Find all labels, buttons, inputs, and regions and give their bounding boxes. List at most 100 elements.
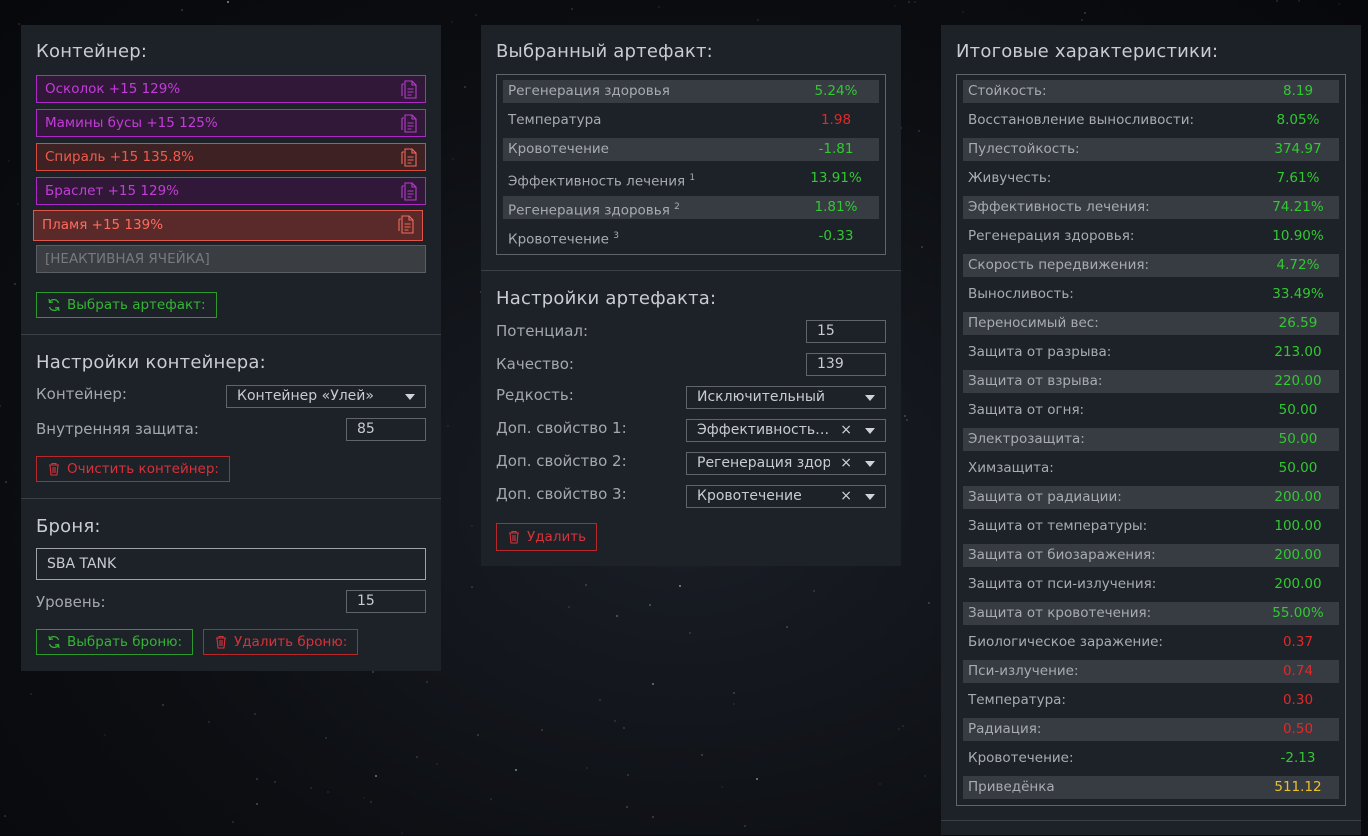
stat-value: -2.13 — [1280, 750, 1316, 766]
stat-name: Переносимый вес: — [968, 312, 1099, 335]
trash-icon — [49, 462, 59, 476]
clear-icon[interactable]: × — [838, 453, 852, 474]
container-slot[interactable]: Пламя +15 139% — [33, 210, 423, 241]
delete-artifact-button[interactable]: Удалить — [496, 523, 598, 551]
stat-name-text: Живучесть: — [968, 170, 1052, 186]
stat-name: Пси-излучение: — [968, 660, 1079, 683]
stat-name: Кровотечение 3 — [508, 225, 619, 252]
stat-value: 511.12 — [1274, 779, 1322, 795]
stat-name: Эффективность лечения 1 — [508, 167, 695, 194]
potential-input[interactable]: 15 — [806, 320, 886, 343]
container-slot[interactable]: Браслет +15 129% — [36, 177, 426, 205]
stat-name: Регенерация здоровья 2 — [508, 196, 680, 223]
stat-row: Защита от взрыва: 220.00 — [963, 370, 1339, 393]
clear-icon[interactable]: × — [838, 486, 852, 507]
armor-name-input[interactable]: SBA TANK — [36, 548, 426, 580]
stat-name-text: Защита от разрыва: — [968, 344, 1112, 360]
stat-footnote: 3 — [613, 231, 620, 241]
stat-value: 4.72% — [1276, 257, 1320, 273]
container-settings-section: Настройки контейнера: Контейнер: Контейн… — [21, 334, 441, 498]
stat-name-text: Защита от температуры: — [968, 518, 1148, 534]
stat-value: 7.61% — [1276, 170, 1320, 186]
container-slot-label: [НЕАКТИВНАЯ ЯЧЕЙКА] — [45, 251, 210, 267]
choose-armor-button[interactable]: Выбрать броню: — [36, 629, 194, 655]
container-slot[interactable]: Спираль +15 135.8% — [36, 143, 426, 171]
stat-value: 0.30 — [1282, 692, 1314, 708]
stat-value: 1.81% — [814, 199, 858, 215]
stat-value: 26.59 — [1278, 315, 1318, 331]
prop2-select[interactable]: Регенерация здоровья × — [686, 452, 886, 475]
totals-stats-table: Стойкость: 8.19 Восстановление выносливост… — [956, 74, 1346, 806]
stat-name: Защита от взрыва: — [968, 370, 1102, 393]
stat-name: Защита от температуры: — [968, 515, 1147, 538]
stat-name: Биологическое заражение: — [968, 631, 1163, 654]
stat-value: 374.97 — [1274, 141, 1322, 157]
document-icon — [401, 80, 417, 99]
stat-row: Стойкость: 8.19 — [963, 80, 1339, 103]
stat-name: Пулестойкость: — [968, 138, 1080, 161]
stat-name-text: Защита от радиации: — [968, 489, 1122, 505]
stat-value: 220.00 — [1274, 373, 1322, 389]
stat-value: 100.00 — [1274, 518, 1322, 534]
prop2-value: Регенерация здоровья — [697, 455, 830, 471]
stat-name-text: Температура — [508, 112, 602, 128]
stat-name-text: Химзащита: — [968, 460, 1054, 476]
choose-artifact-button[interactable]: Выбрать артефакт: — [36, 292, 217, 318]
stat-value: -1.81 — [818, 141, 854, 157]
rarity-select[interactable]: Исключительный — [686, 386, 886, 409]
container-type-label: Контейнер: — [36, 385, 127, 403]
container-type-select[interactable]: Контейнер «Улей» — [226, 385, 426, 408]
chevron-down-icon — [865, 461, 875, 467]
stat-row: Электрозащита: 50.00 — [963, 428, 1339, 451]
stat-value: 200.00 — [1274, 489, 1322, 505]
stat-name: Защита от биозаражения: — [968, 544, 1156, 567]
inner-protection-label: Внутренняя защита: — [36, 420, 199, 438]
stat-name-text: Регенерация здоровья: — [968, 228, 1135, 244]
chevron-down-icon — [865, 395, 875, 401]
potential-label: Потенциал: — [496, 322, 589, 340]
prop1-select[interactable]: Эффективность лечения × — [686, 419, 886, 442]
container-slot[interactable]: [НЕАКТИВНАЯ ЯЧЕЙКА] — [36, 245, 426, 273]
container-slot[interactable]: Осколок +15 129% — [36, 75, 426, 103]
prop2-label: Доп. свойство 2: — [496, 452, 627, 470]
rarity-label: Редкость: — [496, 386, 574, 404]
stat-value: 55.00% — [1272, 605, 1324, 621]
stat-row: Регенерация здоровья 5.24% — [503, 80, 879, 103]
stat-name-text: Скорость передвижения: — [968, 257, 1150, 273]
clear-container-label: Очистить контейнер: — [67, 461, 219, 477]
stat-row: Выносливость: 33.49% — [963, 283, 1339, 306]
armor-level-label: Уровень: — [36, 593, 106, 611]
container-section: Контейнер: Осколок +15 129% Мамины бусы +… — [21, 25, 441, 334]
refresh-icon — [48, 298, 60, 312]
choose-armor-label: Выбрать броню: — [67, 634, 183, 650]
stat-row: Переносимый вес: 26.59 — [963, 312, 1339, 335]
stat-value: 0.37 — [1282, 634, 1314, 650]
stat-name-text: Кровотечение — [508, 141, 609, 157]
artifact-stats-table: Регенерация здоровья 5.24% Температура 1.98… — [496, 74, 886, 255]
container-slot-label: Браслет +15 129% — [45, 183, 179, 199]
stat-name-text: Регенерация здоровья — [508, 83, 670, 99]
stat-name: Защита от пси-излучения: — [968, 573, 1156, 596]
stat-row: Кровотечение -1.81 — [503, 138, 879, 161]
inner-protection-input[interactable]: 85 — [346, 418, 426, 441]
choose-artifact-label: Выбрать артефакт: — [67, 297, 206, 313]
delete-armor-button[interactable]: Удалить броню: — [203, 629, 359, 655]
stat-value: 1.98 — [820, 112, 852, 128]
stat-row: Защита от огня: 50.00 — [963, 399, 1339, 422]
quality-input[interactable]: 139 — [806, 353, 886, 376]
document-icon — [401, 182, 417, 201]
stat-name-text: Выносливость: — [968, 286, 1074, 302]
container-slot[interactable]: Мамины бусы +15 125% — [36, 109, 426, 137]
stat-row: Пулестойкость: 374.97 — [963, 138, 1339, 161]
stat-name-text: Защита от взрыва: — [968, 373, 1103, 389]
clear-container-button[interactable]: Очистить контейнер: — [36, 456, 230, 482]
stat-row: Приведёнка 511.12 — [963, 776, 1339, 799]
armor-level-input[interactable]: 15 — [346, 590, 426, 613]
stat-value: 50.00 — [1278, 431, 1318, 447]
stat-value: 0.74 — [1282, 663, 1314, 679]
clear-icon[interactable]: × — [838, 420, 852, 441]
prop3-select[interactable]: Кровотечение × — [686, 485, 886, 508]
stat-row: Кровотечение 3 -0.33 — [503, 225, 879, 248]
trash-icon — [509, 530, 519, 544]
armor-title: Броня: — [36, 516, 101, 537]
